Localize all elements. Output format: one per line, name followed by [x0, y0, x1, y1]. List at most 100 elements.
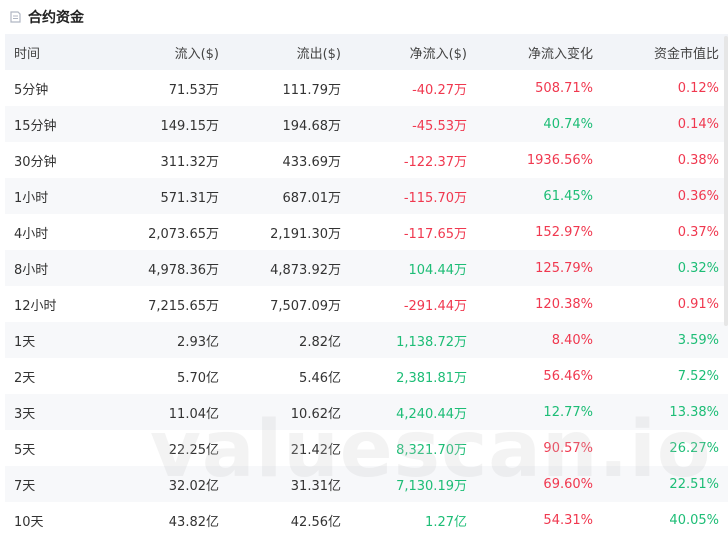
cell-time: 1天 [5, 322, 114, 358]
table-row: 30分钟 311.32万 433.69万 -122.37万 1936.56% 0.38% [5, 142, 728, 178]
cell-inflow: 7,215.65万 [148, 298, 219, 314]
cell-time: 10天 [14, 514, 44, 530]
cell-outflow: 21.42亿 [290, 442, 341, 458]
cell-fund-mcap-ratio: 0.91% [677, 296, 719, 312]
cell-net-inflow-change: 54.31% [543, 512, 593, 528]
cell-outflow: 7,507.09万 [270, 298, 341, 314]
cell-fund-mcap-ratio: 13.38% [593, 394, 728, 430]
cell-inflow: 4,978.36万 [114, 250, 219, 286]
cell-net-inflow-change: 152.97% [535, 224, 593, 240]
cell-outflow: 687.01万 [219, 178, 341, 214]
fund-flow-table: 时间 流入($) 流出($) 净流入($) 净流入变化 资金市值比 5分钟 71.… [5, 34, 728, 538]
cell-net-inflow-change: 120.38% [535, 296, 593, 312]
cell-net-inflow-change: 125.79% [467, 250, 593, 286]
cell-time: 1小时 [5, 178, 114, 214]
col-header-time: 时间 [5, 34, 114, 70]
cell-inflow: 5.70亿 [177, 370, 219, 386]
col-header-inflow: 流入($) [114, 34, 219, 70]
scrollbar[interactable] [724, 36, 728, 326]
cell-time: 8小时 [5, 250, 114, 286]
table-row: 12小时 7,215.65万 7,507.09万 -291.44万 120.38% 0.9… [5, 286, 728, 322]
cell-net-inflow-change: 40.74% [467, 106, 593, 142]
cell-net-inflow: 8,321.70万 [396, 442, 467, 458]
cell-fund-mcap-ratio: 0.14% [593, 106, 728, 142]
cell-inflow: 2,073.65万 [148, 226, 219, 242]
cell-net-inflow: 1,138.72万 [341, 322, 467, 358]
cell-time: 12小时 [14, 298, 57, 314]
table-header-row: 时间 流入($) 流出($) 净流入($) 净流入变化 资金市值比 [5, 34, 728, 70]
cell-net-inflow-change: 69.60% [467, 466, 593, 502]
cell-outflow: 5.46亿 [299, 370, 341, 386]
cell-inflow: 11.04亿 [114, 394, 219, 430]
cell-fund-mcap-ratio: 7.52% [677, 368, 719, 384]
table-row: 3天 11.04亿 10.62亿 4,240.44万 12.77% 13.38% [5, 394, 728, 430]
cell-time: 30分钟 [14, 154, 57, 170]
table-row: 5天 22.25亿 21.42亿 8,321.70万 90.57% 26.27% [5, 430, 728, 466]
cell-net-inflow-change: 1936.56% [526, 152, 593, 168]
col-header-outflow: 流出($) [219, 34, 341, 70]
table-row: 10天 43.82亿 42.56亿 1.27亿 54.31% 40.05% [5, 502, 728, 538]
cell-fund-mcap-ratio: 40.05% [669, 512, 719, 528]
cell-time: 15分钟 [5, 106, 114, 142]
cell-time: 4小时 [14, 226, 49, 242]
cell-net-inflow: -115.70万 [341, 178, 467, 214]
cell-outflow: 10.62亿 [219, 394, 341, 430]
table-row: 8小时 4,978.36万 4,873.92万 104.44万 125.79% 0.32% [5, 250, 728, 286]
cell-inflow: 571.31万 [114, 178, 219, 214]
cell-net-inflow: 1.27亿 [425, 514, 467, 530]
cell-net-inflow: -122.37万 [403, 154, 467, 170]
cell-time: 2天 [14, 370, 36, 386]
cell-outflow: 2.82亿 [219, 322, 341, 358]
cell-net-inflow: 2,381.81万 [396, 370, 467, 386]
cell-fund-mcap-ratio: 0.32% [593, 250, 728, 286]
cell-outflow: 4,873.92万 [219, 250, 341, 286]
table-row: 4小时 2,073.65万 2,191.30万 -117.65万 152.97% 0.37… [5, 214, 728, 250]
table-row: 15分钟 149.15万 194.68万 -45.53万 40.74% 0.14% [5, 106, 728, 142]
cell-time: 3天 [5, 394, 114, 430]
col-header-net-inflow: 净流入($) [341, 34, 467, 70]
cell-net-inflow-change: 12.77% [467, 394, 593, 430]
cell-net-inflow: -291.44万 [403, 298, 467, 314]
cell-fund-mcap-ratio: 22.51% [593, 466, 728, 502]
col-header-fund-mcap-ratio: 资金市值比 [593, 34, 728, 70]
contract-icon [8, 10, 22, 24]
cell-outflow: 194.68万 [219, 106, 341, 142]
col-header-net-inflow-change: 净流入变化 [467, 34, 593, 70]
cell-time: 5分钟 [14, 82, 49, 98]
cell-inflow: 71.53万 [168, 82, 219, 98]
cell-outflow: 42.56亿 [290, 514, 341, 530]
cell-net-inflow-change: 61.45% [467, 178, 593, 214]
cell-inflow: 22.25亿 [168, 442, 219, 458]
table-row: 2天 5.70亿 5.46亿 2,381.81万 56.46% 7.52% [5, 358, 728, 394]
cell-net-inflow-change: 508.71% [535, 80, 593, 96]
cell-outflow: 2,191.30万 [270, 226, 341, 242]
cell-fund-mcap-ratio: 26.27% [669, 440, 719, 456]
cell-net-inflow-change: 90.57% [543, 440, 593, 456]
cell-time: 5天 [14, 442, 36, 458]
cell-fund-mcap-ratio: 0.37% [677, 224, 719, 240]
table-row: 1天 2.93亿 2.82亿 1,138.72万 8.40% 3.59% [5, 322, 728, 358]
section-header: 合约资金 [0, 0, 728, 34]
cell-fund-mcap-ratio: 0.12% [677, 80, 719, 96]
table-row: 5分钟 71.53万 111.79万 -40.27万 508.71% 0.12% [5, 70, 728, 106]
table-row: 1小时 571.31万 687.01万 -115.70万 61.45% 0.36% [5, 178, 728, 214]
cell-inflow: 149.15万 [114, 106, 219, 142]
cell-net-inflow: 7,130.19万 [341, 466, 467, 502]
cell-outflow: 433.69万 [282, 154, 342, 170]
section-title: 合约资金 [28, 10, 84, 26]
table-row: 7天 32.02亿 31.31亿 7,130.19万 69.60% 22.51% [5, 466, 728, 502]
cell-net-inflow-change: 56.46% [543, 368, 593, 384]
cell-net-inflow: 104.44万 [341, 250, 467, 286]
cell-net-inflow-change: 8.40% [467, 322, 593, 358]
cell-inflow: 2.93亿 [114, 322, 219, 358]
cell-outflow: 111.79万 [282, 82, 342, 98]
cell-time: 7天 [5, 466, 114, 502]
cell-fund-mcap-ratio: 0.38% [677, 152, 719, 168]
cell-net-inflow: -40.27万 [412, 82, 467, 98]
cell-net-inflow: 4,240.44万 [341, 394, 467, 430]
cell-net-inflow: -45.53万 [341, 106, 467, 142]
cell-net-inflow: -117.65万 [403, 226, 467, 242]
cell-inflow: 311.32万 [160, 154, 220, 170]
cell-fund-mcap-ratio: 3.59% [593, 322, 728, 358]
cell-inflow: 32.02亿 [114, 466, 219, 502]
